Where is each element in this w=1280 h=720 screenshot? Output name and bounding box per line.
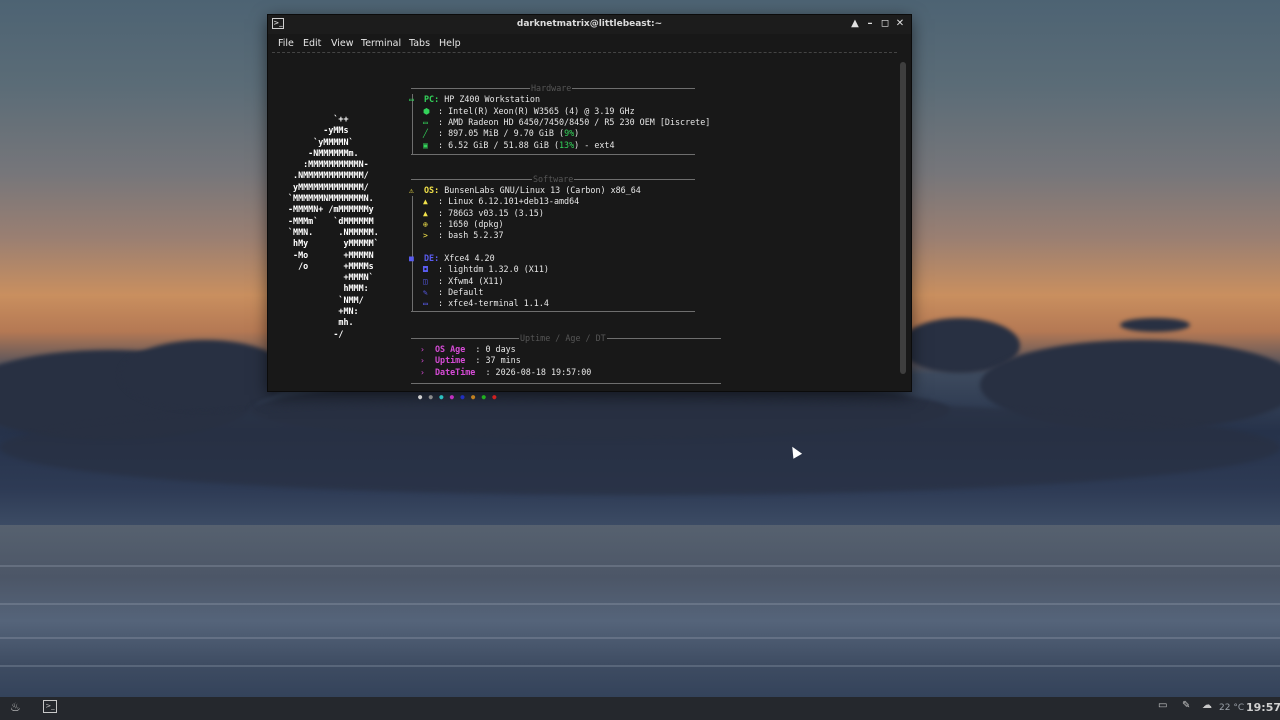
disk-icon: ▣ xyxy=(423,141,428,150)
de-row: DE: Xfce4 4.20 xyxy=(424,253,495,264)
os-icon: ⚠ xyxy=(409,186,414,195)
cpu-value: : Intel(R) Xeon(R) W3565 (4) @ 3.19 GHz xyxy=(438,106,635,116)
cpu-icon: ⬢ xyxy=(423,107,430,116)
datetime-value: : 2026-08-18 19:57:00 xyxy=(485,367,592,377)
palette-dot: ● xyxy=(481,393,486,401)
os-age-label: OS Age xyxy=(435,344,466,354)
notification-icon[interactable]: ▭ xyxy=(1158,700,1167,711)
uptime-footer-line xyxy=(411,383,721,384)
display-manager-value: : lightdm 1.32.0 (X11) xyxy=(438,264,549,274)
close-button[interactable]: ✕ xyxy=(893,17,907,31)
packages-value: : 1650 (dpkg) xyxy=(438,219,504,229)
app-menu-flame-icon[interactable]: ♨ xyxy=(10,700,21,714)
disk-row: : 6.52 GiB / 51.88 GiB (13%) - ext4 xyxy=(438,140,615,151)
brush-icon: ✎ xyxy=(423,288,428,297)
palette-dot: ● xyxy=(449,393,455,401)
clipboard-icon[interactable]: ✎ xyxy=(1182,700,1190,711)
disk-suffix: ) - ext4 xyxy=(574,140,615,150)
hardware-header: Hardware xyxy=(530,83,573,93)
lock-icon: ◘ xyxy=(423,265,428,274)
menubar-divider xyxy=(272,52,897,53)
packages-icon: ⊕ xyxy=(423,220,428,229)
palette-dot: ● xyxy=(439,393,444,401)
maximize-button[interactable]: ◻ xyxy=(878,17,892,31)
uptime-value: : 37 mins xyxy=(475,355,521,365)
weather-cloud-icon: ☁ xyxy=(1202,700,1212,711)
de-icon: ■ xyxy=(409,254,414,263)
menu-help[interactable]: Help xyxy=(439,38,461,49)
memory-prefix: : 897.05 MiB / 9.70 GiB ( xyxy=(438,128,565,138)
palette-dot: ● xyxy=(492,393,497,401)
de-value: Xfce4 4.20 xyxy=(444,253,495,263)
datetime-row: DateTime : 2026-08-18 19:57:00 xyxy=(435,367,591,378)
datetime-arrow-icon: › xyxy=(420,368,425,377)
os-value: BunsenLabs GNU/Linux 13 (Carbon) x86_64 xyxy=(444,185,641,195)
kernel-value: : Linux 6.12.101+deb13-amd64 xyxy=(438,196,580,206)
menu-terminal[interactable]: Terminal xyxy=(361,38,401,49)
uptime-arrow-icon: › xyxy=(420,356,425,365)
distro-ascii-logo: `++ -yMMs `yMMMMN` -NMMMMMMm. :MMMMMMMMM… xyxy=(288,114,379,339)
terminal-window[interactable]: >_ darknetmatrix@littlebeast:~ ▲ – ◻ ✕ F… xyxy=(268,15,911,401)
uptime-header: Uptime / Age / DT xyxy=(519,333,607,343)
terminal-app-icon: ▭ xyxy=(423,299,428,308)
os-row: OS: BunsenLabs GNU/Linux 13 (Carbon) x86… xyxy=(424,185,641,196)
theme-value: : Default xyxy=(438,287,484,297)
window-manager-icon: ◫ xyxy=(423,277,428,286)
terminal-value: : xfce4-terminal 1.1.4 xyxy=(438,298,549,308)
os-age-row: OS Age : 0 days xyxy=(435,344,516,355)
palette-dot: ● xyxy=(460,393,465,401)
memory-icon: ╱ xyxy=(423,129,428,138)
age-arrow-icon: › xyxy=(420,345,425,354)
shade-button[interactable]: ▲ xyxy=(848,17,862,31)
software-footer-line xyxy=(411,311,695,312)
memory-suffix: ) xyxy=(574,128,580,138)
temperature: 22 °C xyxy=(1219,703,1245,713)
uptime-row: Uptime : 37 mins xyxy=(435,355,521,366)
window-title: darknetmatrix@littlebeast:~ xyxy=(516,19,663,29)
de-label: DE: xyxy=(424,253,440,263)
os-age-value: : 0 days xyxy=(475,344,516,354)
pc-label: PC: xyxy=(424,94,440,104)
software-header: Software xyxy=(532,174,575,184)
bunsenlabs-version: : 786G3 v03.15 (3.15) xyxy=(438,208,544,218)
shell-value: : bash 5.2.37 xyxy=(438,230,504,240)
os-label: OS: xyxy=(424,185,440,195)
gpu-icon: ▭ xyxy=(423,118,428,127)
palette-dot: ● xyxy=(428,393,433,401)
taskbar: ♨ >_ ▭ ✎ ☁ 22 °C 19:57 xyxy=(0,697,1280,720)
pc-icon: ▭ xyxy=(409,95,414,104)
shell-icon: > xyxy=(423,231,428,240)
pc-value: HP Z400 Workstation xyxy=(444,94,540,104)
disk-prefix: : 6.52 GiB / 51.88 GiB ( xyxy=(438,140,560,150)
disk-percent: 13% xyxy=(559,140,575,150)
palette-dot: ● xyxy=(418,393,423,401)
menubar: File Edit View Terminal Tabs Help xyxy=(268,34,911,53)
gpu-value: : AMD Radeon HD 6450/7450/8450 / R5 230 … xyxy=(438,117,711,127)
terminal-taskbar-icon[interactable]: >_ xyxy=(43,700,57,713)
menu-tabs[interactable]: Tabs xyxy=(409,38,430,49)
menu-edit[interactable]: Edit xyxy=(303,38,321,49)
clock[interactable]: 19:57 xyxy=(1246,701,1280,714)
window-manager-value: : Xfwm4 (X11) xyxy=(438,276,504,286)
palette-dot: ● xyxy=(471,393,476,401)
pc-row: PC: HP Z400 Workstation xyxy=(424,94,540,105)
kernel-icon: ▲ xyxy=(423,197,428,206)
minimize-button[interactable]: – xyxy=(863,17,877,31)
memory-percent: 9% xyxy=(564,128,575,138)
menu-file[interactable]: File xyxy=(278,38,294,49)
window-titlebar[interactable]: >_ darknetmatrix@littlebeast:~ ▲ – ◻ ✕ xyxy=(268,15,911,34)
bunsenlabs-icon: ▲ xyxy=(423,209,428,218)
uptime-label: Uptime xyxy=(435,355,466,365)
hardware-footer-line xyxy=(411,154,695,155)
memory-row: : 897.05 MiB / 9.70 GiB (9%) xyxy=(438,128,579,139)
menu-view[interactable]: View xyxy=(331,38,354,49)
terminal-output[interactable]: `++ -yMMs `yMMMMN` -NMMMMMMm. :MMMMMMMMM… xyxy=(268,54,898,401)
scrollbar[interactable] xyxy=(900,62,906,374)
datetime-label: DateTime xyxy=(435,367,476,377)
